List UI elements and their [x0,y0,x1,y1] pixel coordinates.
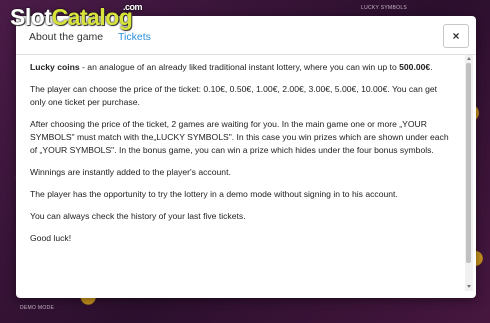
ticket-price-paragraph: The player can choose the price of the t… [30,84,438,107]
demo-mode-label: DEMO MODE [20,305,55,311]
intro-end: . [430,62,433,72]
close-icon: × [452,29,460,43]
tab-about-the-game[interactable]: About the game [29,31,103,43]
modal-content: Lucky coins - an analogue of an already … [16,55,464,245]
game-name: Lucky coins [30,62,80,72]
good-luck-paragraph: Good luck! [30,233,72,243]
tab-tickets[interactable]: Tickets [118,31,151,43]
max-win-amount: 500.00€ [399,62,431,72]
history-paragraph: You can always check the history of your… [30,211,246,221]
close-button[interactable]: × [443,24,469,48]
logo-text-catalog: Catalog [51,4,133,30]
modal-body[interactable]: Lucky coins - an analogue of an already … [16,55,464,298]
demo-paragraph: The player has the opportunity to try th… [30,189,398,199]
games-paragraph: After choosing the price of the ticket, … [30,119,449,155]
slotcatalog-logo: SlotCatalog .com [10,3,143,30]
winnings-paragraph: Winnings are instantly added to the play… [30,167,231,177]
lucky-symbols-label: LUCKY SYMBOLS [361,5,408,11]
logo-text-com: .com [123,2,143,12]
game-info-modal: About the game Tickets × Lucky coins - a… [16,16,476,298]
intro-paragraph: Lucky coins - an analogue of an already … [30,61,450,74]
logo-text-slot: Slot [10,4,52,30]
scroll-up-icon[interactable] [467,57,471,60]
intro-text: - an analogue of an already liked tradit… [79,62,400,72]
scroll-down-icon[interactable] [467,285,471,288]
scrollbar-thumb[interactable] [466,63,471,263]
scrollbar[interactable] [465,55,473,291]
